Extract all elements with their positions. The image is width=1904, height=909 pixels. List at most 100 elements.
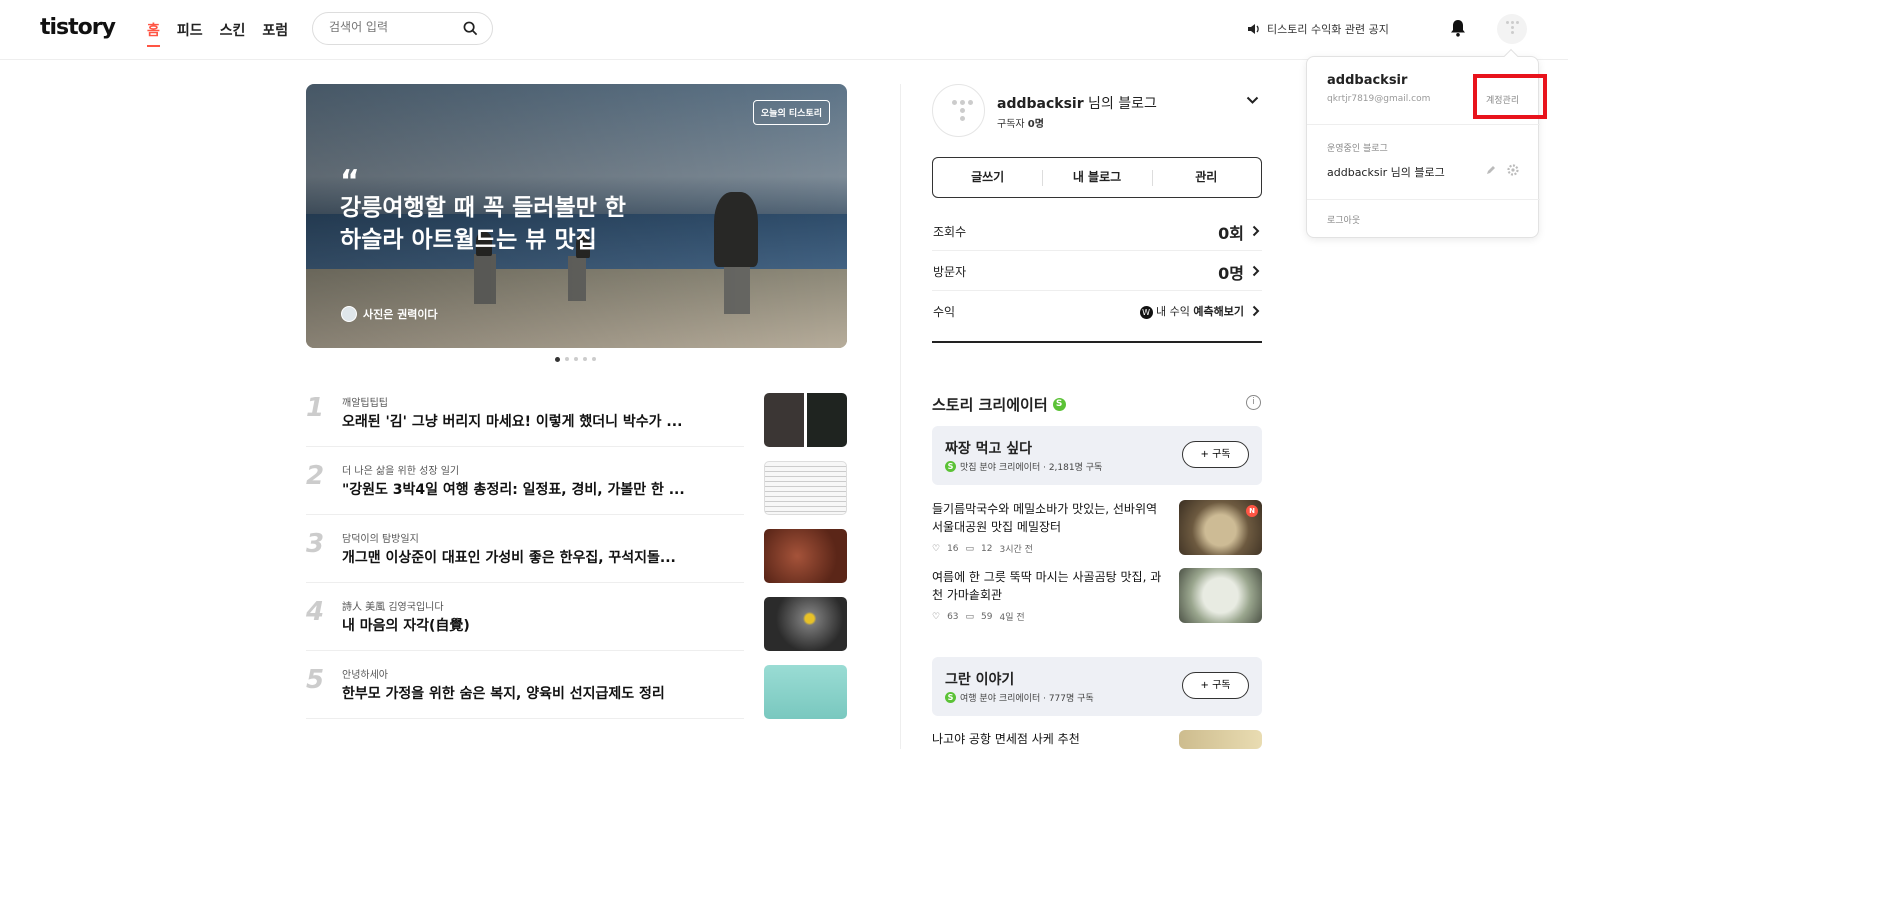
nav-skin[interactable]: 스킨 xyxy=(220,20,246,47)
stat-label: 방문자 xyxy=(933,265,967,279)
creator-post[interactable]: 여름에 한 그릇 뚝딱 마시는 사골곰탕 맛집, 과천 가마솥회관 ♡ 63 ▭ 5… xyxy=(932,568,1262,626)
revenue-predict: 예측해보기 xyxy=(1193,305,1244,318)
creator-name[interactable]: 짜장 먹고 싶다 xyxy=(945,438,1032,458)
rank-number: 1 xyxy=(306,393,325,423)
hero-author[interactable]: 사진은 권력이다 xyxy=(341,306,438,322)
post-title[interactable]: 여름에 한 그릇 뚝딱 마시는 사골곰탕 맛집, 과천 가마솥회관 xyxy=(932,568,1162,604)
featured-story-banner[interactable]: 오늘의 티스토리 “ 강릉여행할 때 꼭 들러볼만 한 하슬라 아트월드는 뷰 … xyxy=(306,84,847,348)
account-manage-highlight[interactable]: 계정관리 xyxy=(1473,74,1547,119)
post-category: 깨알팁팁팁 xyxy=(342,398,388,409)
blog-owner-name: addbacksir xyxy=(997,96,1084,112)
stat-value: 0명 xyxy=(1218,264,1244,283)
author-avatar xyxy=(341,306,357,322)
list-item[interactable]: 3 담덕이의 탐방일지 개그맨 이상준이 대표인 가성비 좋은 한우집, 꾸석지… xyxy=(306,515,847,583)
subscribe-button[interactable]: + 구독 xyxy=(1182,672,1249,699)
creator-post[interactable]: 들기름막국수와 메밀소바가 맛있는, 선바위역 서울대공원 맛집 메밀장터 ♡ 1… xyxy=(932,500,1262,558)
post-thumbnail[interactable]: N xyxy=(1179,500,1262,555)
post-title[interactable]: 오래된 '김' 그냥 버리지 마세요! 이렇게 했더니 박수가 ... xyxy=(342,411,682,431)
post-thumbnail[interactable] xyxy=(764,529,847,583)
post-thumbnail[interactable] xyxy=(764,665,847,719)
post-title[interactable]: 내 마음의 자각(自覺) xyxy=(342,615,470,635)
post-meta: ♡ 63 ▭ 59 4일 전 xyxy=(932,610,1025,624)
post-thumbnail[interactable] xyxy=(764,597,847,651)
creator-desc: S 맛집 분야 크리에이터 · 2,181명 구독 xyxy=(945,460,1102,473)
post-thumbnail[interactable] xyxy=(764,393,847,447)
pager-dot[interactable] xyxy=(565,357,569,361)
post-title[interactable]: 개그맨 이상준이 대표인 가성비 좋은 한우집, 꾸석지돌... xyxy=(342,547,676,567)
hero-author-name: 사진은 권력이다 xyxy=(363,308,438,321)
pager-dot[interactable] xyxy=(555,356,560,362)
creator-name[interactable]: 그란 이야기 xyxy=(945,669,1014,689)
top-header: tistory 홈 피드 스킨 포럼 티스토리 수익화 관련 공지 xyxy=(0,0,1568,60)
creator-post[interactable]: 나고야 공항 면세점 사케 추천 xyxy=(932,730,1262,788)
list-item[interactable]: 4 詩人 美風 김영국입니다 내 마음의 자각(自覺) xyxy=(306,583,847,651)
rank-number: 5 xyxy=(306,665,325,695)
story-creator-heading: 스토리 크리에이터 S xyxy=(932,394,1066,415)
profile-avatar-button[interactable] xyxy=(1497,14,1527,44)
post-meta: ♡ 16 ▭ 12 3시간 전 xyxy=(932,542,1033,556)
post-title[interactable]: "강원도 3박4일 여행 총정리: 일정표, 경비, 가볼만 한 ... xyxy=(342,479,685,499)
write-button[interactable]: 글쓰기 xyxy=(933,158,1042,197)
creator-card[interactable]: 짜장 먹고 싶다 S 맛집 분야 크리에이터 · 2,181명 구독 + 구독 xyxy=(932,426,1262,485)
creator-s-icon: S xyxy=(945,461,956,472)
revenue-stat[interactable]: 수익 W 내 수익 예측해보기 xyxy=(932,291,1262,343)
nav-feed[interactable]: 피드 xyxy=(177,20,203,47)
comment-icon: ▭ xyxy=(965,611,975,622)
post-category: 더 나은 삶을 위한 성장 일기 xyxy=(342,466,460,477)
blog-actions: 글쓰기 내 블로그 관리 xyxy=(932,157,1262,198)
blog-tools xyxy=(1485,164,1519,176)
revenue-prefix: 내 수익 xyxy=(1156,305,1194,318)
account-manage-link[interactable]: 계정관리 xyxy=(1486,93,1519,106)
pager-dot[interactable] xyxy=(574,357,578,361)
logout-link[interactable]: 로그아웃 xyxy=(1327,213,1360,226)
chevron-down-icon[interactable] xyxy=(1246,96,1259,105)
rank-number: 2 xyxy=(306,461,325,491)
nav-home[interactable]: 홈 xyxy=(147,20,160,47)
quote-icon: “ xyxy=(340,164,360,199)
stat-value: W 내 수익 예측해보기 xyxy=(1139,303,1244,319)
post-title[interactable]: 나고야 공항 면세점 사케 추천 xyxy=(932,730,1162,748)
gear-icon[interactable] xyxy=(1507,164,1519,176)
info-icon[interactable]: i xyxy=(1246,395,1261,410)
tistory-logo[interactable]: tistory xyxy=(40,15,116,40)
creator-desc: S 여행 분야 크리에이터 · 777명 구독 xyxy=(945,691,1094,704)
carousel-pager xyxy=(555,356,596,362)
list-item[interactable]: 1 깨알팁팁팁 오래된 '김' 그냥 버리지 마세요! 이렇게 했더니 박수가 … xyxy=(306,379,847,447)
chevron-right-icon xyxy=(1252,265,1260,277)
list-item[interactable]: 2 더 나은 삶을 위한 성장 일기 "강원도 3박4일 여행 총정리: 일정표… xyxy=(306,447,847,515)
pencil-icon[interactable] xyxy=(1485,164,1497,176)
post-title[interactable]: 들기름막국수와 메밀소바가 맛있는, 선바위역 서울대공원 맛집 메밀장터 xyxy=(932,500,1162,536)
search-icon[interactable] xyxy=(463,21,478,36)
search-input[interactable] xyxy=(329,20,459,34)
pager-dot[interactable] xyxy=(583,357,587,361)
notice-link[interactable]: 티스토리 수익화 관련 공지 xyxy=(1247,21,1389,37)
rank-number: 4 xyxy=(306,597,325,627)
post-thumbnail[interactable] xyxy=(1179,730,1262,749)
creator-desc-text: 여행 분야 크리에이터 · 777명 구독 xyxy=(960,694,1094,704)
blog-title-suffix: 님의 블로그 xyxy=(1083,96,1157,112)
dropdown-username: addbacksir xyxy=(1327,73,1408,88)
post-thumbnail[interactable] xyxy=(764,461,847,515)
bell-icon[interactable] xyxy=(1450,19,1466,37)
creator-card[interactable]: 그란 이야기 S 여행 분야 크리에이터 · 777명 구독 + 구독 xyxy=(932,657,1262,716)
heart-icon: ♡ xyxy=(932,611,941,622)
manage-button[interactable]: 관리 xyxy=(1151,158,1261,197)
list-item[interactable]: 5 안녕하세아 한부모 가정을 위한 숨은 복지, 양육비 선지급제도 정리 xyxy=(306,651,847,719)
heart-icon: ♡ xyxy=(932,543,941,554)
blog-title[interactable]: addbacksir 님의 블로그 xyxy=(997,93,1157,113)
visitors-stat[interactable]: 방문자 0명 xyxy=(932,251,1262,291)
dropdown-blog-link[interactable]: addbacksir 님의 블로그 xyxy=(1327,164,1445,180)
post-title[interactable]: 한부모 가정을 위한 숨은 복지, 양육비 선지급제도 정리 xyxy=(342,683,665,703)
hero-title[interactable]: 강릉여행할 때 꼭 들러볼만 한 하슬라 아트월드는 뷰 맛집 xyxy=(340,192,640,256)
post-thumbnail[interactable] xyxy=(1179,568,1262,623)
comment-count: 12 xyxy=(981,543,993,554)
search-box xyxy=(312,12,493,45)
views-stat[interactable]: 조회수 0회 xyxy=(932,211,1262,251)
my-blog-button[interactable]: 내 블로그 xyxy=(1042,158,1151,197)
post-category: 詩人 美風 김영국입니다 xyxy=(342,602,444,613)
blog-avatar[interactable] xyxy=(932,84,985,137)
nav-forum[interactable]: 포럼 xyxy=(262,20,288,47)
chevron-right-icon xyxy=(1252,225,1260,237)
subscribe-button[interactable]: + 구독 xyxy=(1182,441,1249,468)
pager-dot[interactable] xyxy=(592,357,596,361)
